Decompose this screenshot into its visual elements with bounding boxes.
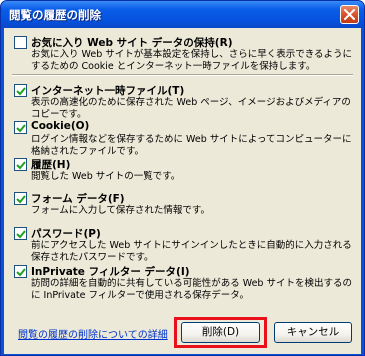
close-icon (344, 9, 355, 20)
item-label: フォーム データ(F) (31, 193, 125, 205)
dialog-body: お気に入り Web サイト データの保持(R) お気に入り Web サイトが基本… (4, 28, 361, 354)
item-label: インターネット一時ファイル(T) (31, 85, 185, 97)
item-description: 表示の高速化のために保存された Web ページ、イメージおよびメディアのコピーで… (31, 97, 351, 120)
checkbox-inprivate-filter[interactable] (14, 265, 27, 278)
checkbox-temp-files[interactable] (14, 84, 27, 97)
item-label: お気に入り Web サイト データの保持(R) (31, 37, 233, 49)
item-label: Cookie(O) (31, 120, 90, 132)
item-description: お気に入り Web サイトが基本設定を保持し、さらに早く表示できるようにするため… (31, 49, 353, 72)
close-button[interactable] (340, 5, 359, 24)
item-description: 前にアクセスした Web サイトにサインインしたときに自動的に入力される保存され… (31, 240, 352, 263)
check-icon (16, 87, 26, 96)
separator (12, 74, 353, 76)
item-description: 閲覧した Web サイトの一覧です。 (31, 171, 181, 182)
checkbox-preserve-favorites[interactable] (14, 36, 27, 49)
cancel-button[interactable]: キャンセル (274, 322, 352, 343)
check-icon (16, 124, 26, 133)
dialog-title: 閲覧の履歴の削除 (9, 8, 101, 22)
delete-button[interactable]: 削除(D) (181, 322, 260, 343)
item-description: フォームに入力して保存された情報です。 (31, 205, 210, 216)
title-bar[interactable]: 閲覧の履歴の削除 (1, 1, 364, 28)
check-icon (16, 268, 26, 277)
item-label: 履歴(H) (31, 159, 71, 171)
check-icon (16, 195, 26, 204)
item-description: ログイン情報などを保存するために Web サイトによってコンピューターに格納され… (31, 134, 352, 157)
delete-history-dialog: 閲覧の履歴の削除 お気に入り Web サイト データの保持(R) お気に入り W… (0, 0, 365, 356)
checkbox-cookies[interactable] (14, 121, 27, 134)
check-icon (16, 161, 26, 170)
delete-history-details-link[interactable]: 閲覧の履歴の削除についての詳細 (18, 326, 168, 341)
check-icon (16, 230, 26, 239)
checkbox-passwords[interactable] (14, 227, 27, 240)
item-label: InPrivate フィルター データ(I) (31, 266, 190, 278)
item-description: 訪問の詳細を自動的に共有している可能性がある Web サイトを検出するのに In… (31, 278, 352, 301)
checkbox-history[interactable] (14, 158, 27, 171)
item-label: パスワード(P) (31, 228, 101, 240)
checkbox-form-data[interactable] (14, 192, 27, 205)
